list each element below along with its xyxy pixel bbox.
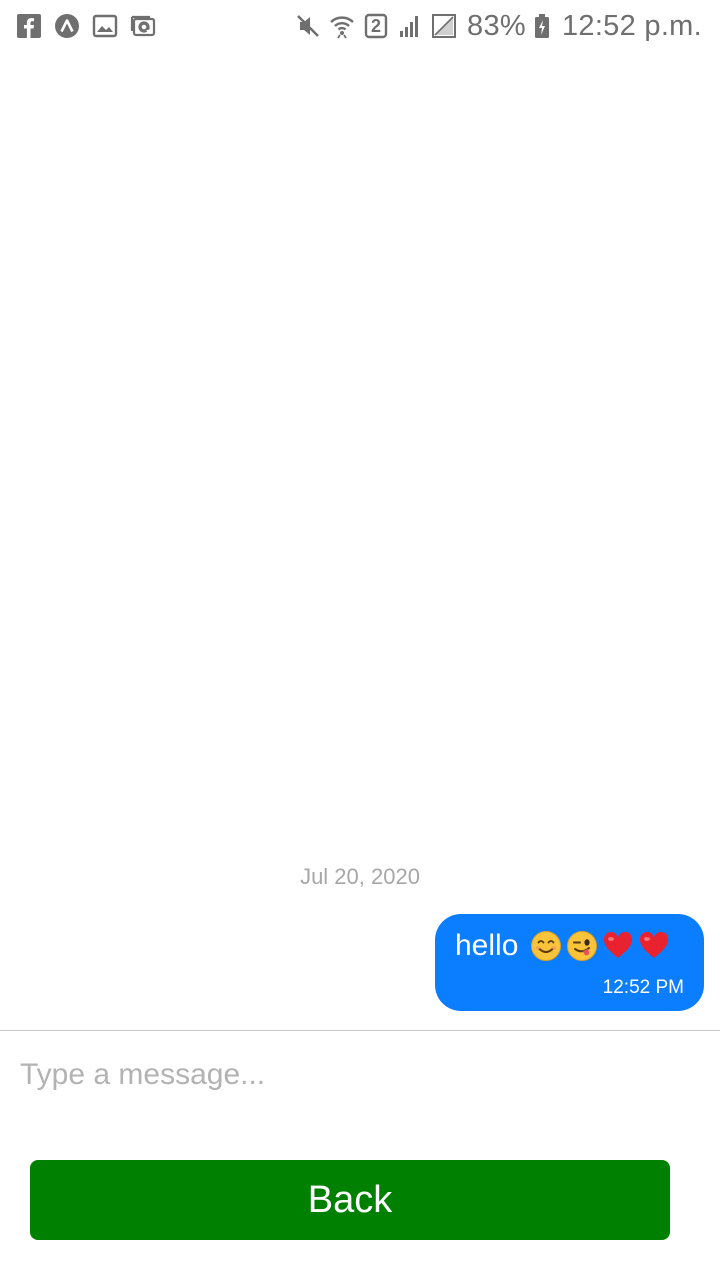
facebook-icon — [16, 13, 42, 39]
message-time: 12:52 PM — [602, 977, 684, 998]
status-bar: 2 83% 12:52 p.m. — [0, 0, 720, 52]
red-heart-icon — [602, 930, 634, 962]
wifi-icon — [329, 13, 355, 39]
chat-screen: 2 83% 12:52 p.m. Jul 20, 2020 hello 12:5… — [0, 0, 720, 1280]
sim-number: 2 — [371, 16, 382, 36]
smiling-face-icon — [530, 930, 562, 962]
composer-divider — [0, 1030, 720, 1031]
back-button[interactable]: Back — [30, 1160, 670, 1240]
battery-percent: 83% — [467, 10, 526, 42]
outgoing-message-bubble[interactable]: hello 12:52 PM — [435, 914, 704, 1011]
no-sim-icon — [431, 13, 457, 39]
status-time: 12:52 p.m. — [561, 10, 702, 42]
image-icon — [92, 13, 118, 39]
message-text: hello — [455, 929, 519, 962]
battery-charging-icon — [534, 13, 550, 39]
message-content: hello — [455, 926, 684, 966]
app-notification-icon — [54, 13, 80, 39]
message-input[interactable] — [20, 1046, 700, 1104]
status-bar-notifications — [16, 12, 156, 40]
message-list[interactable]: Jul 20, 2020 hello 12:52 PM — [0, 52, 720, 1030]
signal-icon — [397, 13, 423, 39]
status-bar-system: 2 83% 12:52 p.m. — [295, 8, 702, 44]
winking-face-tongue-icon — [566, 930, 598, 962]
email-icon — [130, 13, 156, 39]
red-heart-icon — [638, 930, 670, 962]
sim-2-icon: 2 — [363, 13, 389, 39]
date-separator: Jul 20, 2020 — [300, 864, 420, 889]
mute-icon — [295, 13, 321, 39]
